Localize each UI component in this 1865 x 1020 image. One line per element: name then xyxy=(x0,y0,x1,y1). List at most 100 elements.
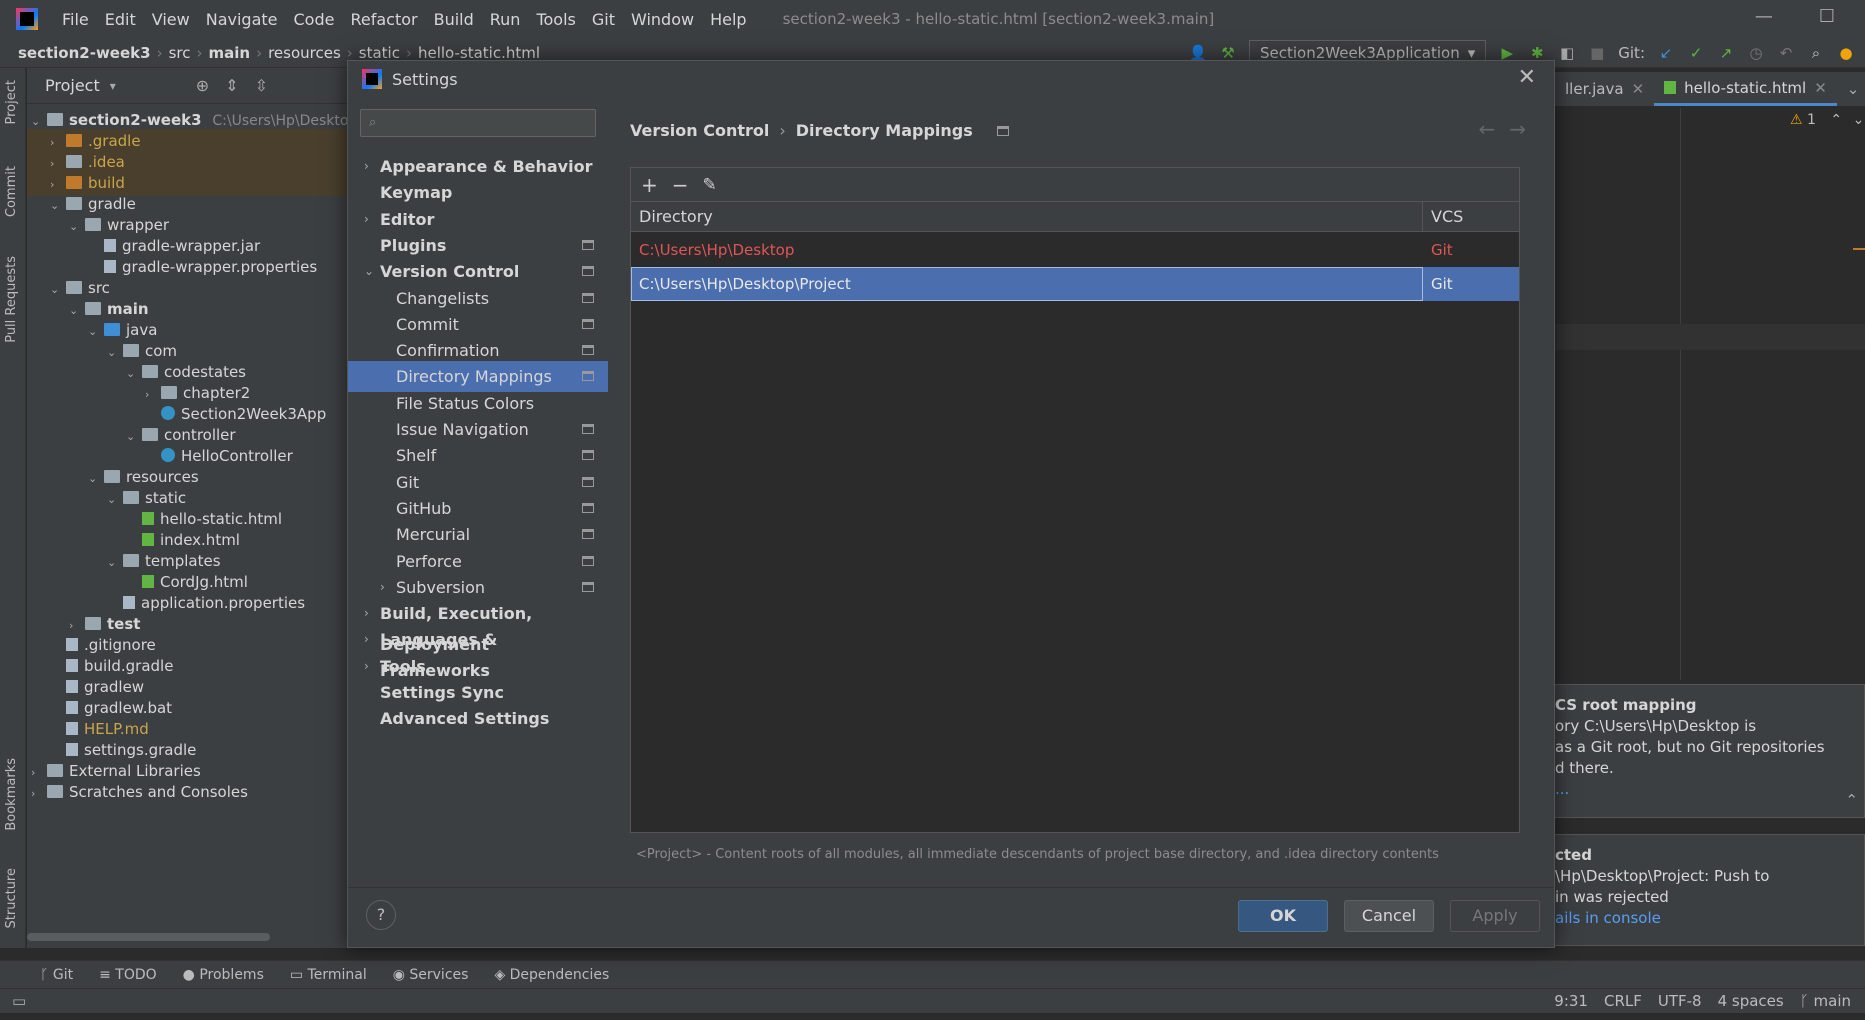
column-header-vcs[interactable]: VCS xyxy=(1431,207,1463,226)
tool-window-dependencies[interactable]: ◈ Dependencies xyxy=(494,967,609,983)
menu-item-build[interactable]: Build xyxy=(426,10,482,29)
chevron-down-icon[interactable]: ⌄ xyxy=(50,277,66,302)
bookmarks-tool-tab[interactable]: Bookmarks xyxy=(4,758,19,831)
close-icon[interactable]: ✕ xyxy=(1518,65,1536,90)
table-row[interactable]: C:\Users\Hp\Desktop\Project Git xyxy=(631,267,1519,301)
status-bar-toggle-icon[interactable]: ▭ xyxy=(12,992,26,1010)
tool-window-todo[interactable]: ≡ TODO xyxy=(99,967,157,983)
chevron-down-icon[interactable]: ⌄ xyxy=(126,424,142,449)
menu-item-code[interactable]: Code xyxy=(286,10,343,29)
remove-icon[interactable]: − xyxy=(672,173,689,197)
rollback-icon[interactable]: ↶ xyxy=(1777,44,1795,62)
history-icon[interactable]: ◷ xyxy=(1747,44,1765,62)
minimize-icon[interactable]: — xyxy=(1755,6,1773,27)
structure-tool-tab[interactable]: Structure xyxy=(4,868,19,928)
update-icon[interactable]: ● xyxy=(1837,44,1855,62)
git-branch-widget[interactable]: ᚴ main xyxy=(1800,992,1851,1010)
project-title[interactable]: Project xyxy=(45,76,100,95)
collapse-all-icon[interactable]: ⇳ xyxy=(255,76,268,95)
tool-window-git[interactable]: ᚴ Git xyxy=(40,967,73,983)
horizontal-scrollbar[interactable] xyxy=(27,933,270,941)
apply-button[interactable]: Apply xyxy=(1450,900,1540,932)
menu-item-run[interactable]: Run xyxy=(482,10,529,29)
chevron-down-icon[interactable]: ⌄ xyxy=(107,487,123,512)
settings-nav-advanced-settings[interactable]: Advanced Settings xyxy=(348,703,608,734)
inspection-widget[interactable]: ⚠ 1 ⌃ ⌄ xyxy=(1790,112,1864,128)
tool-window-services[interactable]: ◉ Services xyxy=(393,967,469,983)
menu-item-window[interactable]: Window xyxy=(623,10,702,29)
vcs-cell[interactable]: Git xyxy=(1431,267,1453,301)
menu-item-edit[interactable]: Edit xyxy=(97,10,144,29)
chevron-up-icon[interactable]: ⌃ xyxy=(1845,790,1858,811)
tree-node[interactable]: › Scratches and Consoles xyxy=(31,780,248,805)
breadcrumb-item[interactable]: main xyxy=(208,44,250,62)
chevron-down-icon[interactable]: ⌄ xyxy=(69,214,85,239)
stop-icon[interactable]: ■ xyxy=(1588,44,1606,62)
chevron-down-icon[interactable]: ⌄ xyxy=(50,193,66,218)
search-icon[interactable]: ⌕ xyxy=(1807,44,1825,62)
tab-controller-java[interactable]: ller.java ✕ xyxy=(1555,72,1654,106)
breadcrumb-item[interactable]: static xyxy=(359,44,400,62)
breadcrumb-item[interactable]: section2-week3 xyxy=(18,44,151,62)
chevron-down-icon[interactable]: ⌄ xyxy=(69,298,85,323)
breadcrumb-item[interactable]: hello-static.html xyxy=(418,44,540,62)
forward-arrow-icon[interactable]: → xyxy=(1509,117,1526,141)
git-push-icon[interactable]: ↗ xyxy=(1717,44,1735,62)
menu-item-help[interactable]: Help xyxy=(702,10,754,29)
tabs-overflow-icon[interactable]: ⌄ xyxy=(1847,80,1860,98)
project-tool-tab[interactable]: Project xyxy=(4,80,19,124)
ok-button[interactable]: OK xyxy=(1238,900,1328,932)
close-icon[interactable]: ✕ xyxy=(1814,79,1827,97)
locate-icon[interactable]: ⊕ xyxy=(196,76,209,95)
coverage-icon[interactable]: ◧ xyxy=(1558,44,1576,62)
expand-all-icon[interactable]: ⇕ xyxy=(225,76,238,95)
notification-link[interactable]: ails in console xyxy=(1555,908,1850,929)
chevron-down-icon[interactable]: ⌄ xyxy=(107,550,123,575)
breadcrumb-item[interactable]: src xyxy=(169,44,191,62)
maximize-icon[interactable]: ☐ xyxy=(1819,6,1835,27)
tool-window-terminal[interactable]: ▭ Terminal xyxy=(290,967,367,983)
table-row[interactable]: C:\Users\Hp\Desktop Git xyxy=(631,233,1519,267)
help-button[interactable]: ? xyxy=(366,900,396,930)
chevron-down-icon[interactable]: ▾ xyxy=(110,79,116,93)
back-arrow-icon[interactable]: ← xyxy=(1478,117,1495,141)
chevron-down-icon[interactable]: ⌄ xyxy=(1853,112,1865,128)
menu-item-tools[interactable]: Tools xyxy=(528,10,583,29)
chevron-down-icon[interactable]: ⌄ xyxy=(107,340,123,365)
indent-setting[interactable]: 4 spaces xyxy=(1718,992,1784,1010)
chevron-up-icon[interactable]: ⌃ xyxy=(1830,112,1842,128)
vcs-cell[interactable]: Git xyxy=(1431,233,1453,267)
folder-icon xyxy=(66,155,82,168)
tree-node-label: hello-static.html xyxy=(160,510,283,528)
tab-hello-static-html[interactable]: hello-static.html ✕ xyxy=(1654,72,1837,106)
menu-item-view[interactable]: View xyxy=(144,10,198,29)
column-header-directory[interactable]: Directory xyxy=(639,207,713,226)
tool-window-problems[interactable]: ● Problems xyxy=(183,967,264,983)
notification-link[interactable]: ... xyxy=(1555,779,1850,800)
close-icon[interactable]: ✕ xyxy=(1632,80,1645,98)
pull-requests-tool-tab[interactable]: Pull Requests xyxy=(4,256,19,343)
menu-item-navigate[interactable]: Navigate xyxy=(198,10,286,29)
commit-tool-tab[interactable]: Commit xyxy=(4,166,19,217)
chevron-right-icon[interactable]: › xyxy=(31,781,47,806)
edit-icon[interactable]: ✎ xyxy=(703,175,717,195)
file-encoding[interactable]: UTF-8 xyxy=(1658,992,1702,1010)
chevron-down-icon[interactable]: ⌄ xyxy=(88,319,104,344)
tree-node[interactable]: gradle-wrapper.properties xyxy=(88,255,317,280)
chevron-down-icon[interactable]: ⌄ xyxy=(126,361,142,386)
chevron-down-icon[interactable]: ⌄ xyxy=(88,466,104,491)
menu-item-git[interactable]: Git xyxy=(584,10,623,29)
add-icon[interactable]: + xyxy=(641,173,658,197)
menu-item-file[interactable]: File xyxy=(54,10,97,29)
git-update-icon[interactable]: ↙ xyxy=(1657,44,1675,62)
line-separator[interactable]: CRLF xyxy=(1604,992,1642,1010)
breadcrumb-parent[interactable]: Version Control xyxy=(630,121,769,140)
column-divider[interactable] xyxy=(1422,202,1423,232)
settings-search-input[interactable]: ⌕ xyxy=(360,109,596,137)
tree-node-label: gradlew xyxy=(84,678,145,696)
cancel-button[interactable]: Cancel xyxy=(1344,900,1434,932)
breadcrumb-item[interactable]: resources xyxy=(268,44,341,62)
git-commit-icon[interactable]: ✓ xyxy=(1687,44,1705,62)
caret-position[interactable]: 9:31 xyxy=(1554,992,1588,1010)
menu-item-refactor[interactable]: Refactor xyxy=(342,10,425,29)
